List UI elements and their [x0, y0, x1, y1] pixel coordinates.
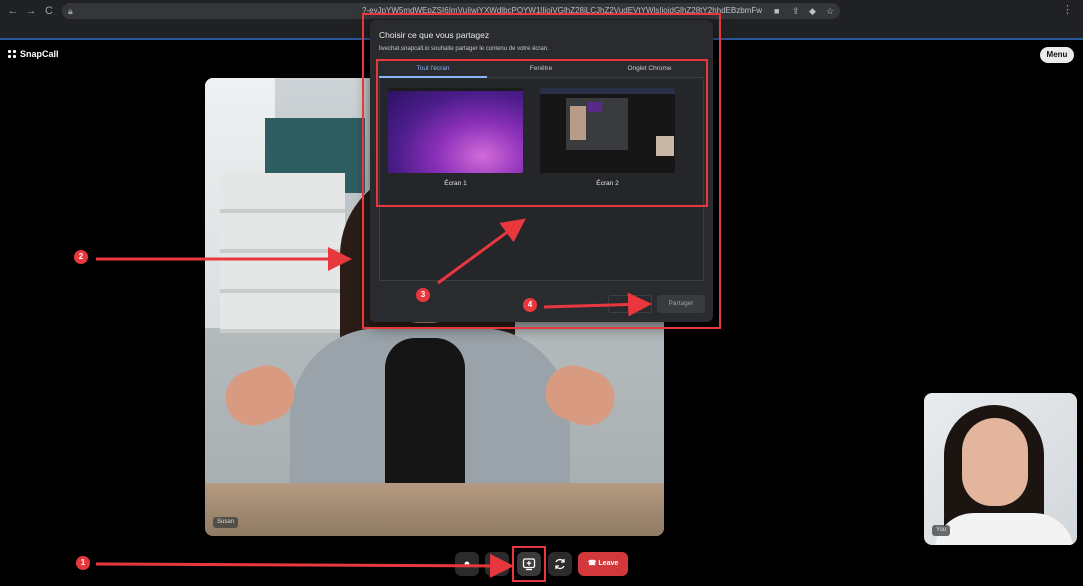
step-badge-4: 4	[523, 298, 537, 312]
step-badge-2: 2	[74, 250, 88, 264]
step-badge-1: 1	[76, 556, 90, 570]
annotation-arrows	[95, 218, 652, 578]
arrow-1	[95, 553, 514, 578]
arrow-3	[437, 218, 526, 285]
arrow-4	[543, 292, 652, 317]
step-badge-3: 3	[416, 288, 430, 302]
